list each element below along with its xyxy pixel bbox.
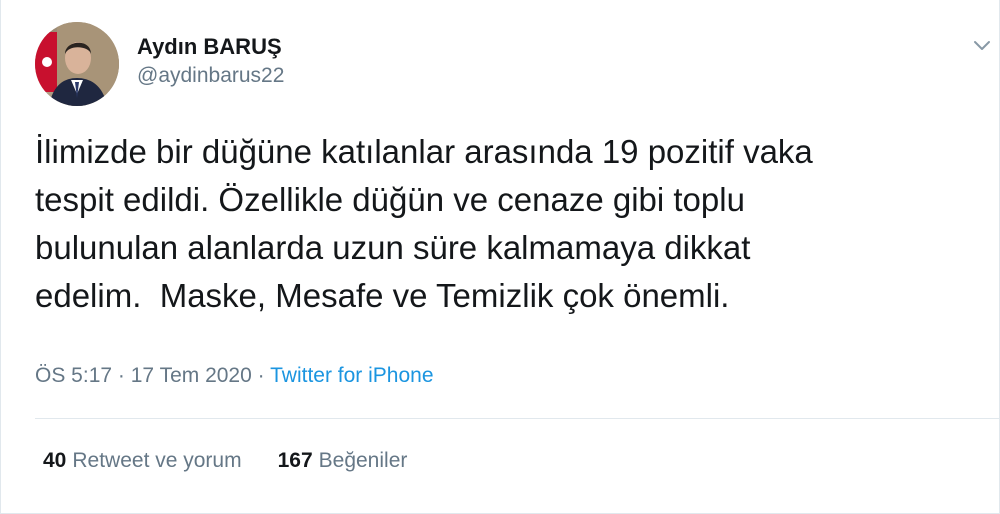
retweets-count: 40 [43,449,67,472]
chevron-down-icon[interactable] [971,34,993,56]
tweet-stats: 40 Retweet ve yorum 167 Beğeniler [43,447,443,475]
tweet-text: İlimizde bir düğüne katılanlar arasında … [35,133,813,314]
user-names: Aydın BARUŞ @aydinbarus22 [137,32,284,90]
meta-separator: · [117,364,125,387]
likes-stat[interactable]: 167 Beğeniler [278,447,408,475]
likes-label: Beğeniler [318,449,408,472]
meta-separator: · [257,364,265,387]
avatar[interactable] [35,22,119,106]
retweets-label: Retweet ve yorum [72,449,242,472]
divider [35,418,999,419]
tweet-date[interactable]: 17 Tem 2020 [131,364,252,387]
tweet-card: Aydın BARUŞ @aydinbarus22 İlimizde bir d… [0,0,1000,514]
retweets-stat[interactable]: 40 Retweet ve yorum [43,447,242,475]
likes-count: 167 [277,449,313,472]
display-name[interactable]: Aydın BARUŞ [137,32,284,62]
tweet-header: Aydın BARUŞ @aydinbarus22 [35,22,284,106]
user-handle[interactable]: @aydinbarus22 [137,62,284,90]
tweet-source-link[interactable]: Twitter for iPhone [270,364,433,387]
tweet-time[interactable]: ÖS 5:17 [35,364,112,387]
tweet-meta: ÖS 5:17 · 17 Tem 2020 · Twitter for iPho… [35,362,434,390]
avatar-image [35,22,119,106]
